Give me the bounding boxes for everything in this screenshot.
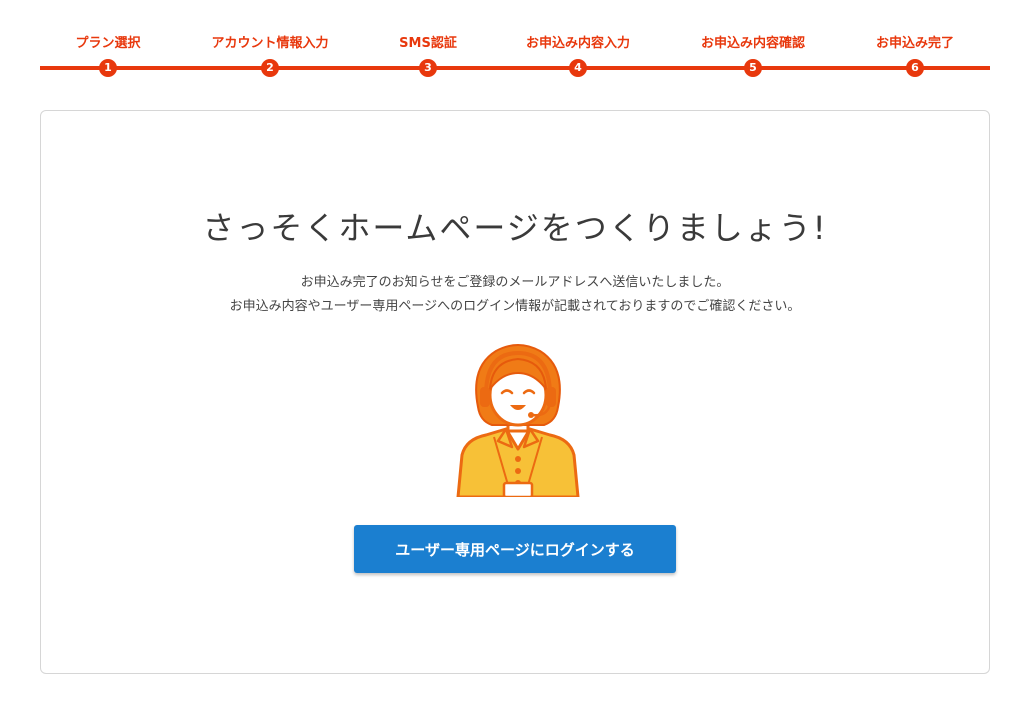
progress-steps: プラン選択 1 アカウント情報入力 2 SMS認証 3 お申込み内容入力 4 お… bbox=[40, 0, 990, 90]
step-number-badge: 3 bbox=[419, 59, 437, 77]
step-number-badge: 6 bbox=[906, 59, 924, 77]
support-operator-illustration bbox=[456, 344, 580, 497]
step-number-badge: 2 bbox=[261, 59, 279, 77]
message-line: お申込み内容やユーザー専用ページへのログイン情報が記載されておりますのでご確認く… bbox=[229, 299, 801, 314]
progress-line bbox=[40, 66, 990, 70]
step-number-badge: 5 bbox=[744, 59, 762, 77]
step-label: お申込み完了 bbox=[875, 36, 954, 51]
step-label: プラン選択 bbox=[75, 36, 141, 51]
step-number-badge: 1 bbox=[99, 59, 117, 77]
message-line: お申込み完了のお知らせをご登録のメールアドレスへ送信いたしました。 bbox=[300, 275, 730, 290]
login-user-page-button[interactable]: ユーザー専用ページにログインする bbox=[354, 525, 676, 573]
page-title: さっそくホームページをつくりましょう! bbox=[202, 209, 828, 247]
step-label: お申込み内容入力 bbox=[525, 36, 630, 51]
step-label: お申込み内容確認 bbox=[700, 36, 805, 51]
completion-card: さっそくホームページをつくりましょう! お申込み完了のお知らせをご登録のメールア… bbox=[40, 110, 990, 674]
step-label: アカウント情報入力 bbox=[211, 36, 329, 51]
completion-message: お申込み完了のお知らせをご登録のメールアドレスへ送信いたしました。 お申込み内容… bbox=[41, 271, 989, 319]
step-number-badge: 4 bbox=[569, 59, 587, 77]
